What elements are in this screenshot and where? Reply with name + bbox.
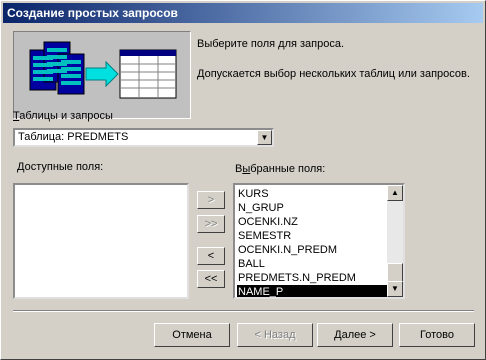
chevron-down-icon[interactable]: ▼ [257, 130, 272, 145]
list-item-selected[interactable]: NAME_P [236, 284, 389, 297]
selected-fields-list[interactable]: KURS N_GRUP OCENKI.NZ SEMESTR OCENKI.N_P… [233, 183, 405, 299]
title-bar: Создание простых запросов [3, 3, 483, 23]
available-fields-label: Доступные поля: [17, 161, 104, 173]
scroll-down-icon[interactable]: ▼ [387, 281, 403, 297]
remove-all-fields-button[interactable]: << [197, 270, 225, 288]
vertical-scrollbar[interactable]: ▲ ▼ [387, 185, 403, 297]
tables-to-query-image [29, 41, 177, 99]
list-item[interactable]: BALL [237, 257, 388, 271]
divider [13, 310, 474, 312]
list-item[interactable]: KURS [237, 187, 388, 201]
source-combobox[interactable]: Таблица: PREDMETS ▼ [13, 128, 274, 147]
source-label: Таблицы и запросы [13, 110, 113, 122]
instruction-text: Выберите поля для запроса. [197, 38, 345, 50]
finish-button[interactable]: Готово [399, 323, 475, 347]
add-field-button[interactable]: > [197, 191, 225, 209]
cancel-button[interactable]: Отмена [154, 323, 230, 347]
source-combobox-value: Таблица: PREDMETS [18, 131, 129, 143]
back-button[interactable]: < Назад [237, 323, 313, 347]
next-button[interactable]: Далее > [317, 323, 393, 347]
list-item[interactable]: N_GRUP [237, 201, 388, 215]
list-item[interactable]: PREDMETS.N_PREDM [237, 271, 388, 285]
list-item[interactable]: SEMESTR [237, 229, 388, 243]
list-item[interactable]: OCENKI.N_PREDM [237, 243, 388, 257]
scroll-up-icon[interactable]: ▲ [387, 185, 403, 201]
add-all-fields-button[interactable]: >> [197, 215, 225, 233]
wizard-window: Создание простых запросов Выберите поля … [0, 0, 486, 360]
selected-fields-label: Выбранные поля: [235, 163, 326, 175]
list-item[interactable]: OCENKI.NZ [237, 215, 388, 229]
scroll-thumb[interactable] [387, 263, 403, 283]
available-fields-list[interactable] [13, 183, 189, 299]
wizard-illustration [13, 31, 191, 119]
remove-field-button[interactable]: < [197, 247, 225, 265]
hint-text: Допускается выбор нескольких таблиц или … [197, 68, 470, 80]
